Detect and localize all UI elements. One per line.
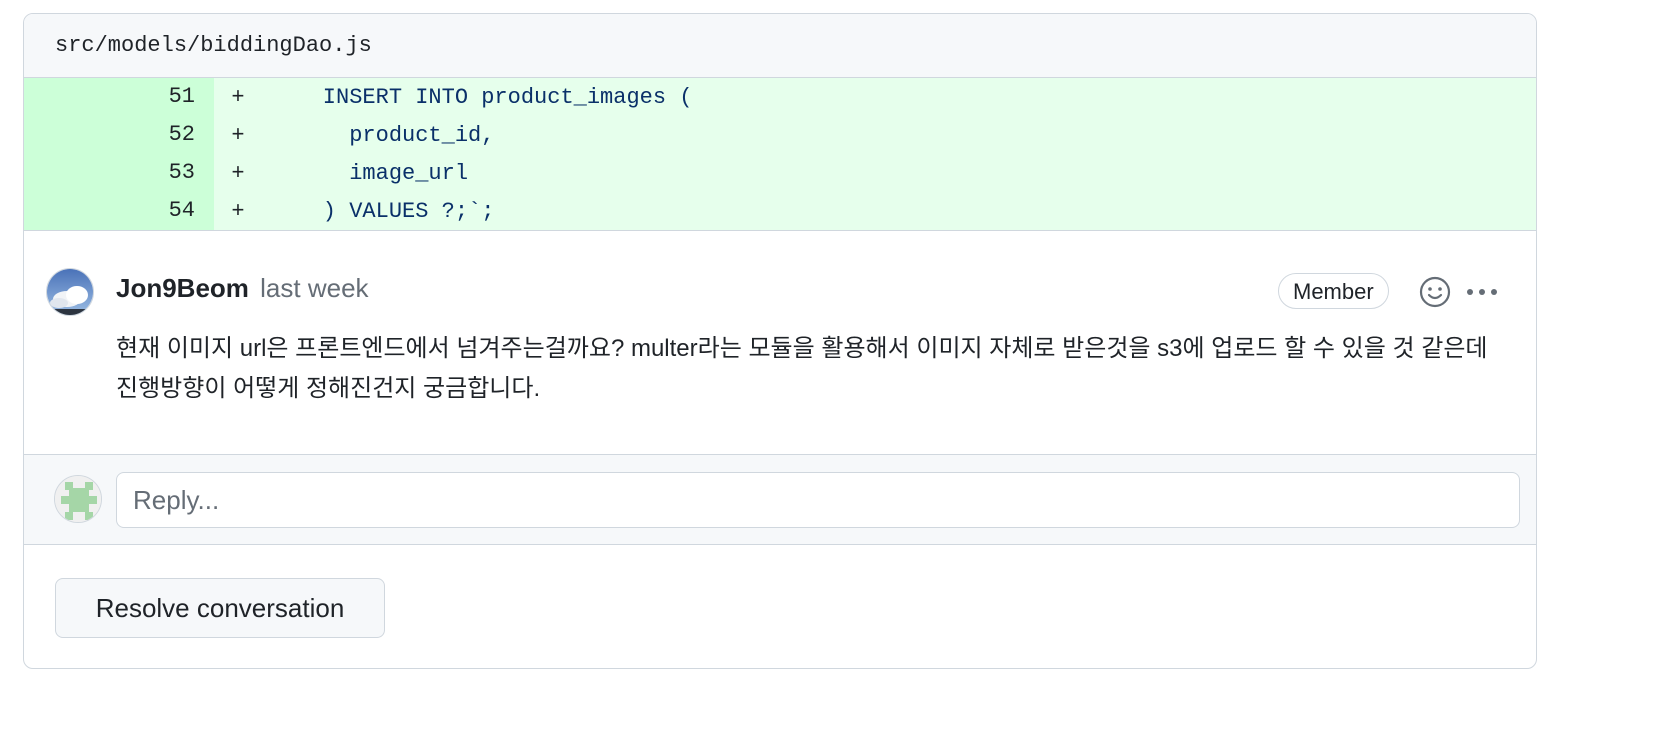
review-comment: Jon9Beom last week Member 현재 이미지 url은 프론…: [24, 231, 1536, 455]
diff-line: 51 + INSERT INTO product_images (: [24, 78, 1536, 116]
diff-line: 52 + product_id,: [24, 116, 1536, 154]
resolve-conversation-button[interactable]: Resolve conversation: [55, 578, 385, 638]
diff-line: 53 + image_url: [24, 154, 1536, 192]
addition-marker: +: [231, 198, 245, 224]
addition-marker: +: [231, 160, 245, 186]
reply-area: [24, 455, 1536, 545]
comment-meta: Jon9Beom last week: [116, 273, 369, 304]
comment-timestamp[interactable]: last week: [260, 273, 368, 303]
member-badge: Member: [1278, 273, 1389, 309]
line-number[interactable]: 53: [24, 154, 214, 192]
author-avatar[interactable]: [46, 268, 94, 316]
file-header: src/models/biddingDao.js: [24, 14, 1536, 78]
line-number[interactable]: 51: [24, 78, 214, 116]
code-line: product_id,: [270, 122, 495, 148]
reply-input[interactable]: [116, 472, 1520, 528]
comment-body: 현재 이미지 url은 프론트엔드에서 넘겨주는걸까요? multer라는 모듈…: [116, 335, 1488, 402]
current-user-avatar: [54, 475, 102, 523]
code-line: ) VALUES ?;`;: [270, 198, 495, 224]
diff-hunk: 51 + INSERT INTO product_images ( 52 + p…: [24, 78, 1536, 231]
line-number[interactable]: 54: [24, 192, 214, 230]
smiley-icon[interactable]: [1418, 275, 1452, 309]
line-number[interactable]: 52: [24, 116, 214, 154]
diff-line: 54 + ) VALUES ?;`;: [24, 192, 1536, 230]
author-name[interactable]: Jon9Beom: [116, 273, 249, 303]
file-path[interactable]: src/models/biddingDao.js: [55, 33, 372, 58]
kebab-horizontal-icon[interactable]: [1464, 281, 1500, 303]
code-line: image_url: [270, 160, 469, 186]
addition-marker: +: [231, 84, 245, 110]
addition-marker: +: [231, 122, 245, 148]
review-thread: src/models/biddingDao.js 51 + INSERT INT…: [23, 13, 1537, 669]
code-line: INSERT INTO product_images (: [270, 84, 693, 110]
